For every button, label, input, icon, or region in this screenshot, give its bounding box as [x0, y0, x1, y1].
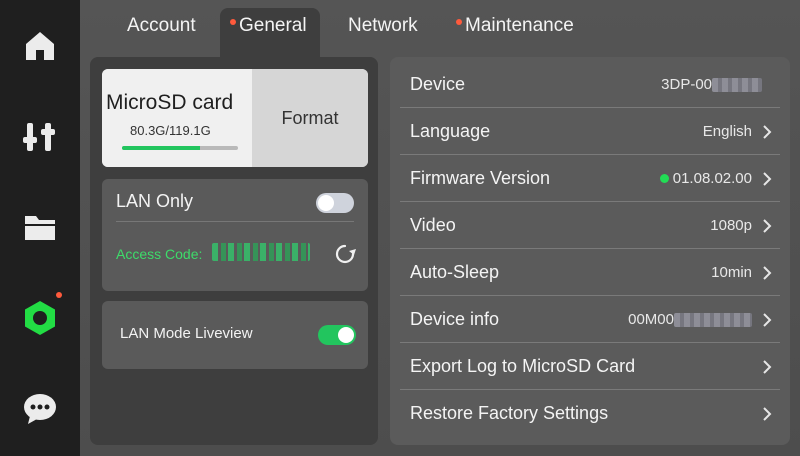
lan-liveview-label: LAN Mode Liveview — [120, 325, 253, 342]
access-code-redacted — [212, 243, 310, 261]
setting-label: Auto-Sleep — [410, 262, 500, 282]
tab-notification-dot — [456, 18, 462, 25]
settings-list: Device 3DP-00 Language English Firmware … — [390, 57, 790, 445]
redacted-value — [712, 78, 762, 93]
tab-label: General — [239, 15, 307, 36]
setting-language[interactable]: Language English — [400, 108, 780, 155]
refresh-icon[interactable] — [332, 241, 358, 267]
setting-video[interactable]: Video 1080p — [400, 202, 780, 249]
setting-value: English — [702, 123, 752, 140]
setting-label: Language — [410, 121, 491, 141]
microsd-usage-bar-fill — [122, 146, 201, 150]
setting-device: Device 3DP-00 — [400, 61, 780, 108]
setting-export-log[interactable]: Export Log to MicroSD Card — [400, 343, 780, 390]
lan-only-toggle[interactable] — [316, 193, 354, 213]
chevron-right-icon — [763, 172, 772, 186]
setting-value: 00M00 — [628, 311, 752, 328]
setting-firmware[interactable]: Firmware Version 01.08.02.00 — [400, 155, 780, 202]
microsd-usage-bar — [122, 146, 238, 150]
microsd-card-widget: MicroSD card 80.3G/119.1G Format — [102, 69, 368, 167]
lan-liveview-card: LAN Mode Liveview — [102, 301, 368, 369]
setting-label: Firmware Version — [410, 168, 551, 188]
setting-value: 1080p — [710, 217, 752, 234]
lan-liveview-toggle[interactable] — [318, 325, 356, 345]
chevron-right-icon — [763, 407, 772, 421]
tab-general[interactable]: General — [220, 8, 320, 58]
tab-maintenance[interactable]: Maintenance — [446, 8, 584, 48]
setting-restore-factory[interactable]: Restore Factory Settings — [400, 390, 780, 437]
setting-auto-sleep[interactable]: Auto-Sleep 10min — [400, 249, 780, 296]
tab-network[interactable]: Network — [338, 8, 428, 48]
nav-home[interactable] — [20, 26, 60, 66]
chevron-right-icon — [763, 219, 772, 233]
chevron-right-icon — [763, 266, 772, 280]
toggle-knob — [318, 195, 334, 211]
device-info-prefix: 00M00 — [628, 311, 674, 328]
microsd-info: MicroSD card 80.3G/119.1G — [102, 69, 252, 167]
nav-files[interactable] — [20, 207, 60, 247]
storage-network-panel: MicroSD card 80.3G/119.1G Format LAN Onl… — [90, 57, 378, 445]
access-code-label: Access Code: — [116, 246, 203, 262]
chevron-right-icon — [763, 360, 772, 374]
lan-only-label: LAN Only — [116, 191, 194, 211]
notification-dot — [56, 292, 62, 298]
setting-label: Export Log to MicroSD Card — [410, 356, 636, 376]
lan-only-card: LAN Only Access Code: — [102, 179, 368, 291]
tab-notification-dot — [230, 18, 236, 25]
nav-messages[interactable] — [20, 389, 60, 429]
format-button[interactable]: Format — [252, 69, 368, 167]
setting-device-info[interactable]: Device info 00M00 — [400, 296, 780, 343]
tab-label: Network — [348, 15, 418, 36]
chat-icon — [24, 394, 56, 424]
toggle-knob — [338, 327, 354, 343]
divider — [116, 221, 354, 222]
status-dot — [659, 173, 669, 183]
setting-label: Device info — [410, 309, 500, 329]
tab-label: Maintenance — [465, 15, 574, 36]
microsd-title: MicroSD card — [106, 91, 234, 114]
microsd-usage: 80.3G/119.1G — [130, 123, 211, 138]
setting-value: 10min — [711, 264, 752, 281]
tab-label: Account — [127, 15, 196, 36]
nav-settings[interactable] — [20, 298, 60, 338]
tab-bar: Account General Network Maintenance — [80, 0, 800, 58]
device-id-prefix: 3DP-00 — [661, 76, 712, 93]
settings-icon — [25, 301, 55, 335]
setting-value: 3DP-00 — [661, 76, 762, 93]
nav-rail — [0, 0, 80, 456]
setting-label: Restore Factory Settings — [410, 403, 609, 423]
setting-label: Video — [410, 215, 456, 235]
nav-controls[interactable] — [20, 117, 60, 157]
tab-account[interactable]: Account — [117, 8, 206, 48]
setting-label: Device — [410, 74, 466, 94]
redacted-value — [674, 313, 752, 328]
folder-icon — [25, 216, 55, 240]
home-icon — [26, 32, 54, 60]
sliders-icon — [23, 123, 55, 151]
chevron-right-icon — [763, 125, 772, 139]
main-content: Account General Network Maintenance Micr… — [80, 0, 800, 456]
firmware-version-value: 01.08.02.00 — [672, 170, 752, 187]
chevron-right-icon — [763, 313, 772, 327]
setting-value: 01.08.02.00 — [659, 170, 752, 187]
